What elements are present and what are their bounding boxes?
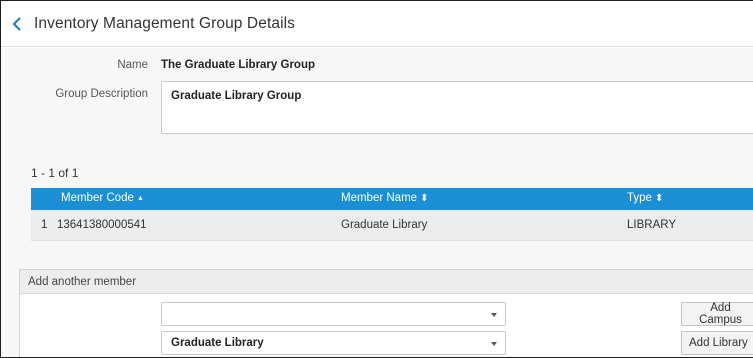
content-area: Name The Graduate Library Group Group De… [1, 48, 753, 357]
table-header: Member Code ▲ Member Name ⬍ Type ⬍ [31, 188, 753, 210]
column-label: Member Name [341, 192, 418, 204]
sort-ascending-icon: ▲ [136, 194, 144, 202]
page-header: Inventory Management Group Details [1, 1, 753, 47]
cell-member-code: 13641380000541 [57, 219, 147, 231]
row-index: 1 [41, 219, 48, 231]
results-count: 1 - 1 of 1 [31, 166, 79, 180]
cell-type: LIBRARY [627, 219, 677, 231]
add-campus-button[interactable]: Add Campus [681, 302, 753, 326]
library-select[interactable]: Graduate Library [161, 331, 506, 355]
column-label: Member Code [61, 192, 134, 204]
table-row[interactable]: 1 13641380000541 Graduate Library LIBRAR… [31, 210, 753, 241]
campus-select[interactable] [161, 302, 506, 326]
column-header-member-name[interactable]: Member Name ⬍ [341, 192, 428, 204]
members-table: Member Code ▲ Member Name ⬍ Type ⬍ 1 136… [31, 188, 753, 241]
caret-down-icon [491, 313, 497, 317]
description-value: Graduate Library Group [171, 90, 302, 102]
app-frame: Inventory Management Group Details Name … [0, 0, 753, 358]
sort-icon: ⬍ [654, 192, 664, 204]
name-value: The Graduate Library Group [161, 59, 315, 71]
column-header-type[interactable]: Type ⬍ [627, 192, 663, 204]
column-header-member-code[interactable]: Member Code ▲ [61, 192, 144, 204]
description-field[interactable]: Graduate Library Group [161, 81, 753, 134]
sort-icon: ⬍ [420, 192, 429, 204]
add-member-title: Add another member [28, 276, 137, 288]
back-button[interactable] [9, 15, 25, 33]
add-library-button[interactable]: Add Library [681, 331, 753, 355]
column-label: Type [627, 192, 652, 204]
page-title: Inventory Management Group Details [34, 15, 296, 32]
description-label: Group Description [55, 88, 148, 100]
chevron-left-icon [12, 17, 21, 31]
add-member-section: Add another member Add Campus Graduate L… [19, 269, 753, 357]
cell-member-name: Graduate Library [341, 219, 428, 231]
name-label: Name [117, 59, 148, 71]
library-select-value: Graduate Library [171, 337, 264, 349]
caret-down-icon [491, 342, 497, 346]
add-member-header: Add another member [20, 270, 753, 294]
